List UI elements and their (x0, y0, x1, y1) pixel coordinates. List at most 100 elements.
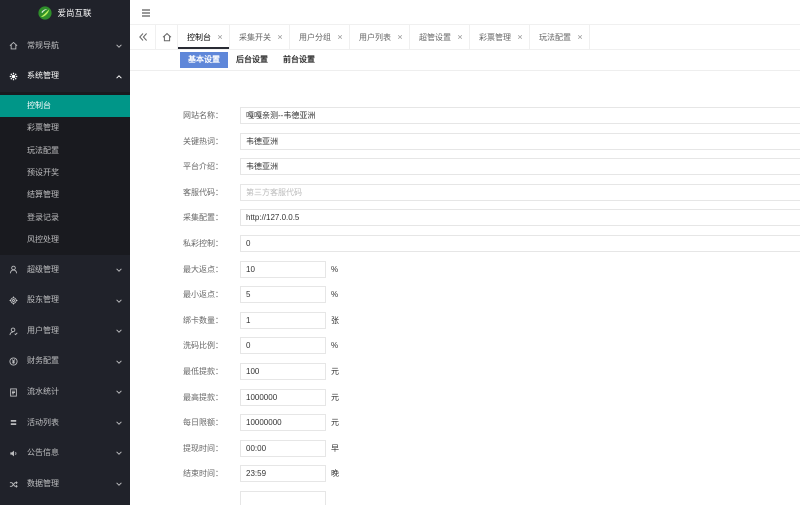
daily-limit-unit: 元 (331, 418, 339, 428)
sidebar-item-activities[interactable]: 活动列表 (0, 408, 130, 439)
sidebar-item-flow-stats[interactable]: 流水统计 (0, 377, 130, 408)
tab-label: 玩法配置 (539, 32, 571, 42)
subtab-frontend-settings[interactable]: 前台设置 (283, 52, 315, 68)
close-icon[interactable] (457, 34, 463, 40)
max-withdraw-input[interactable] (240, 388, 326, 406)
sidebar-item-finance[interactable]: 财务配置 (0, 346, 130, 377)
max-rebate-input[interactable] (240, 260, 326, 278)
chevron-down-icon (116, 268, 122, 272)
sidebar-item-general-nav[interactable]: 常规导航 (0, 31, 130, 62)
max-withdraw-label: 最高提款： (183, 392, 223, 402)
tab-play-config[interactable]: 玩法配置 (530, 25, 590, 49)
close-icon[interactable] (397, 34, 403, 40)
tab-lottery[interactable]: 彩票管理 (470, 25, 530, 49)
logo-icon (38, 5, 53, 20)
withdraw-start-time-input[interactable] (240, 439, 326, 457)
sidebar-item-label: 股东管理 (27, 295, 59, 305)
customer-service-code-input[interactable] (240, 183, 800, 201)
tab-dashboard[interactable]: 控制台 (178, 25, 230, 49)
min-withdraw-unit: 元 (331, 366, 339, 376)
tab-list: 控制台 采集开关 用户分组 用户列表 超管设置 彩票管理 玩法配置 (178, 25, 590, 49)
sidebar-item-shareholders[interactable]: 股东管理 (0, 285, 130, 316)
chevron-down-icon (116, 421, 122, 425)
home-icon (162, 32, 171, 42)
sidebar-subitem-login-log[interactable]: 登录记录 (0, 207, 130, 229)
sidebar-item-label: 系统管理 (27, 71, 59, 81)
sidebar-item-label: 常规导航 (27, 40, 59, 50)
wash-code-ratio-input[interactable] (240, 337, 326, 355)
sidebar-item-users[interactable]: 用户管理 (0, 316, 130, 347)
sidebar-subitem-lottery[interactable]: 彩票管理 (0, 117, 130, 139)
withdraw-end-time-label: 结束时间： (183, 469, 223, 479)
chevron-up-icon (116, 74, 122, 79)
platform-intro-input[interactable] (240, 158, 800, 176)
chevron-down-icon (116, 360, 122, 364)
logo[interactable]: 爱尚互联 (0, 0, 130, 25)
wash-code-ratio-label: 洗码比例： (183, 341, 223, 351)
chevron-down-icon (116, 451, 122, 456)
gear-icon (9, 72, 18, 81)
sidebar-item-data[interactable]: 数据管理 (0, 469, 130, 500)
tab-user-groups[interactable]: 用户分组 (290, 25, 350, 49)
form-row: 最小返点： % (130, 286, 800, 312)
sidebar-item-announcements[interactable]: 公告信息 (0, 438, 130, 469)
money-circle-icon (9, 357, 18, 366)
withdraw-start-time-unit: 早 (331, 443, 339, 453)
sidebar-subitem-preset-draw[interactable]: 预设开奖 (0, 162, 130, 184)
form-row: 提现时间： 早 (130, 439, 800, 466)
tabs-scroll-left-button[interactable] (130, 25, 156, 49)
min-rebate-unit: % (331, 290, 339, 300)
partially-visible-input[interactable] (240, 490, 326, 505)
form-row: 每日限额： 元 (130, 414, 800, 440)
sidebar-subitem-dashboard[interactable]: 控制台 (0, 94, 130, 118)
close-icon[interactable] (517, 34, 523, 40)
tab-user-list[interactable]: 用户列表 (350, 25, 410, 49)
basic-settings-form: 网站名称： 关键热词： 平台介绍： 客服代码： 采集配置： 私彩控制： 最大返点… (130, 107, 800, 505)
collect-config-label: 采集配置： (183, 213, 223, 223)
keywords-input[interactable] (240, 132, 800, 150)
form-row: 平台介绍： (130, 158, 800, 184)
subtab-basic-settings[interactable]: 基本设置 (180, 51, 228, 68)
collect-config-input[interactable] (240, 209, 800, 227)
tab-admin-settings[interactable]: 超管设置 (410, 25, 470, 49)
logo-text: 爱尚互联 (57, 7, 92, 18)
chevron-down-icon (116, 298, 122, 303)
page-tabs: 控制台 采集开关 用户分组 用户列表 超管设置 彩票管理 玩法配置 (130, 25, 800, 50)
form-row: 私彩控制： (130, 234, 800, 261)
bind-card-count-label: 绑卡数量： (183, 315, 223, 325)
home-icon (9, 42, 18, 50)
withdraw-end-time-input[interactable] (240, 465, 326, 483)
top-header (130, 0, 800, 25)
min-rebate-input[interactable] (240, 286, 326, 304)
sidebar-subitem-risk-control[interactable]: 风控处理 (0, 229, 130, 251)
form-row: 洗码比例： % (130, 337, 800, 363)
bind-card-count-unit: 张 (331, 315, 339, 325)
close-icon[interactable] (337, 34, 343, 40)
user-badge-icon (9, 327, 18, 335)
hamburger-icon[interactable] (141, 8, 151, 18)
min-rebate-label: 最小返点： (183, 290, 223, 300)
tab-label: 超管设置 (419, 32, 451, 42)
tab-label: 控制台 (187, 32, 211, 42)
subtab-backend-settings[interactable]: 后台设置 (236, 52, 268, 68)
daily-limit-input[interactable] (240, 414, 326, 432)
sidebar-subitem-settlement[interactable]: 结算管理 (0, 184, 130, 206)
site-name-label: 网站名称： (183, 111, 223, 120)
user-icon (9, 266, 18, 274)
bind-card-count-input[interactable] (240, 311, 326, 329)
sidebar-item-system[interactable]: 系统管理 (0, 61, 130, 92)
tab-collect-switch[interactable]: 采集开关 (230, 25, 290, 49)
site-name-input[interactable] (240, 107, 800, 124)
sidebar-item-super-admin[interactable]: 超级管理 (0, 255, 130, 286)
close-icon[interactable] (217, 34, 223, 40)
tabs-home-button[interactable] (156, 25, 178, 49)
chevron-down-icon (116, 482, 122, 486)
close-icon[interactable] (577, 34, 583, 40)
sidebar-item-label: 用户管理 (27, 325, 59, 335)
sidebar-subitem-play-config[interactable]: 玩法配置 (0, 140, 130, 162)
min-withdraw-input[interactable] (240, 362, 326, 380)
private-lottery-control-input[interactable] (240, 234, 800, 252)
close-icon[interactable] (277, 34, 283, 40)
form-row: 关键热词： (130, 132, 800, 159)
cog-icon (9, 296, 18, 305)
